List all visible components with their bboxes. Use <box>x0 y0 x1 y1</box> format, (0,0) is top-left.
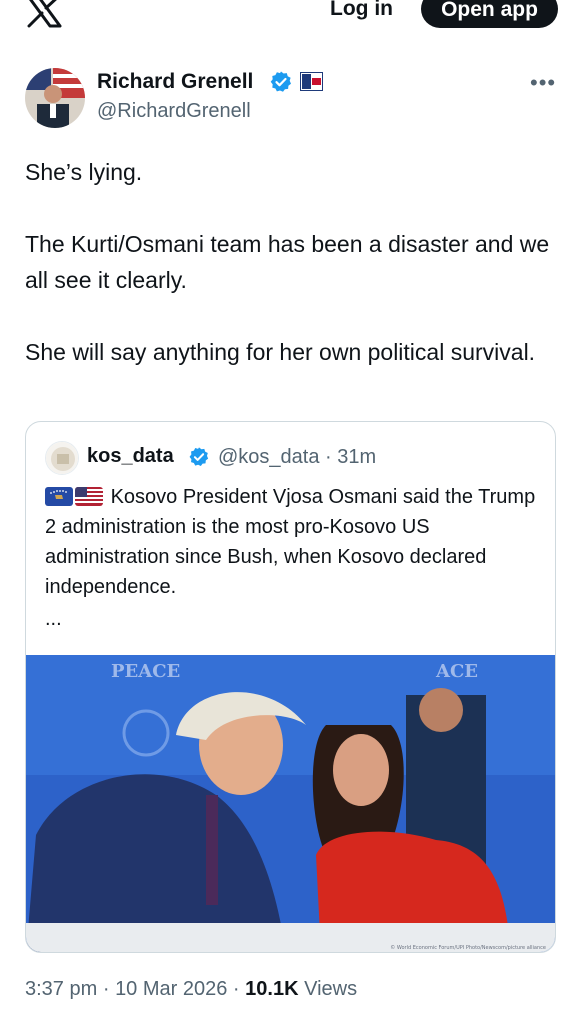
tweet-time[interactable]: 3:37 pm <box>25 978 97 1000</box>
tweet-date[interactable]: 10 Mar 2026 <box>115 978 227 1000</box>
quote-age[interactable]: 31m <box>337 446 376 468</box>
avatar-image <box>25 68 85 128</box>
tweet-paragraph: The Kurti/Osmani team has been a disaste… <box>25 231 550 293</box>
svg-text:ACE: ACE <box>435 661 478 682</box>
author-name[interactable]: Richard Grenell <box>97 70 253 94</box>
photo-credit: © World Economic Forum/UPI Photo/Newscom… <box>390 944 546 951</box>
quote-photo[interactable]: PEACE ACE © World Economic Forum/UPI Pho… <box>26 655 555 952</box>
kos-data-logo-icon <box>46 442 78 474</box>
quote-body: Kosovo President Vjosa Osmani said the T… <box>45 486 536 598</box>
kosovo-flag-icon <box>45 487 73 506</box>
svg-text:PEACE: PEACE <box>111 661 180 682</box>
quote-author-name[interactable]: kos_data <box>87 445 174 468</box>
tweet-paragraph: She will say anything for her own politi… <box>25 339 536 365</box>
quote-handle[interactable]: @kos_data <box>218 446 319 468</box>
quoted-tweet-card[interactable]: kos_data @kos_data · 31m Kosovo Presiden… <box>25 421 556 953</box>
tweet-text: She’s lying. The Kurti/Osmani team has b… <box>25 154 555 370</box>
views-count: 10.1K <box>245 978 299 1000</box>
open-app-button[interactable]: Open app <box>421 0 558 28</box>
verified-badge-icon <box>189 447 209 466</box>
author-handle[interactable]: @RichardGrenell <box>97 100 251 123</box>
separator: · <box>102 978 110 1000</box>
affiliation-badge-icon <box>300 72 323 91</box>
quote-meta: @kos_data · 31m <box>218 446 376 469</box>
verified-badge-icon <box>270 71 291 92</box>
quote-text: Kosovo President Vjosa Osmani said the T… <box>45 482 545 634</box>
quote-ellipsis: ... <box>45 608 62 630</box>
more-options-icon[interactable]: ••• <box>530 70 556 96</box>
tweet-meta: 3:37 pm · 10 Mar 2026 · 10.1K Views <box>25 978 357 1001</box>
separator: · <box>325 446 332 468</box>
x-logo-icon[interactable] <box>26 0 62 28</box>
login-link[interactable]: Log in <box>330 0 393 21</box>
top-bar: Log in Open app <box>0 0 582 34</box>
separator: · <box>232 978 240 1000</box>
tweet-paragraph: She’s lying. <box>25 159 143 185</box>
views-label: Views <box>304 978 358 1000</box>
us-flag-icon <box>75 487 103 506</box>
avatar[interactable] <box>25 68 85 128</box>
quote-avatar[interactable] <box>45 441 79 475</box>
